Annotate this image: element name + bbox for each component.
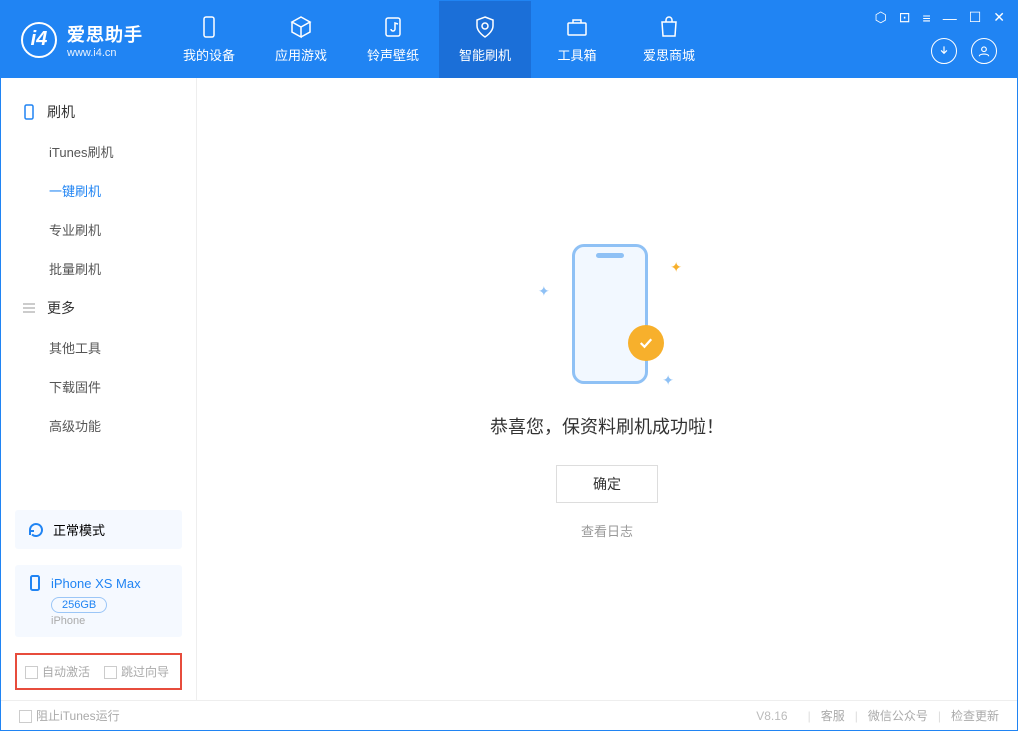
- footer-link-update[interactable]: 检查更新: [951, 707, 999, 724]
- user-button[interactable]: [971, 38, 997, 64]
- sparkle-icon: ✦: [538, 283, 550, 300]
- sidebar-item-itunes-flash[interactable]: iTunes刷机: [1, 132, 196, 171]
- checkbox-auto-activate[interactable]: 自动激活: [25, 663, 90, 680]
- view-log-link[interactable]: 查看日志: [581, 521, 633, 540]
- section-label: 更多: [47, 298, 75, 318]
- tab-store[interactable]: 爱思商城: [623, 1, 715, 78]
- app-logo: i4 爱思助手 www.i4.cn: [1, 1, 163, 78]
- download-button[interactable]: [931, 38, 957, 64]
- sparkle-icon: ✦: [662, 372, 674, 389]
- storage-badge: 256GB: [51, 597, 107, 613]
- list-icon: [21, 300, 37, 316]
- app-domain: www.i4.cn: [67, 47, 143, 59]
- status-bar: 阻止iTunes运行 V8.16 | 客服 | 微信公众号 | 检查更新: [1, 700, 1017, 730]
- checkbox-block-itunes[interactable]: 阻止iTunes运行: [19, 707, 120, 724]
- device-info-box[interactable]: iPhone XS Max 256GB iPhone: [15, 565, 182, 637]
- tab-label: 爱思商城: [643, 45, 695, 64]
- lock-icon[interactable]: ⊡: [899, 9, 911, 26]
- check-badge-icon: [628, 325, 664, 361]
- phone-icon: [27, 575, 43, 591]
- sidebar-section-more[interactable]: 更多: [1, 288, 196, 328]
- tab-toolbox[interactable]: 工具箱: [531, 1, 623, 78]
- sidebar-item-batch-flash[interactable]: 批量刷机: [1, 249, 196, 288]
- section-label: 刷机: [47, 102, 75, 122]
- tab-smart-flash[interactable]: 智能刷机: [439, 1, 531, 78]
- main-content: ✦ ✦ ✦ 恭喜您，保资料刷机成功啦！ 确定 查看日志: [197, 78, 1017, 700]
- sidebar-item-other-tools[interactable]: 其他工具: [1, 328, 196, 367]
- version-label: V8.16: [756, 709, 787, 723]
- header: i4 爱思助手 www.i4.cn 我的设备 应用游戏 铃声壁纸 智能刷机 工具…: [1, 1, 1017, 78]
- app-name: 爱思助手: [67, 21, 143, 47]
- tab-label: 我的设备: [183, 45, 235, 64]
- tab-label: 工具箱: [557, 45, 596, 64]
- sidebar-item-download-firmware[interactable]: 下载固件: [1, 367, 196, 406]
- phone-icon: [21, 104, 37, 120]
- footer-link-wechat[interactable]: 微信公众号: [868, 707, 928, 724]
- shield-gear-icon: [473, 15, 497, 39]
- maximize-button[interactable]: ☐: [969, 9, 982, 26]
- toolbox-icon: [565, 15, 589, 39]
- sidebar-section-flash[interactable]: 刷机: [1, 92, 196, 132]
- tab-ringtones-wallpapers[interactable]: 铃声壁纸: [347, 1, 439, 78]
- menu-icon[interactable]: ≡: [923, 10, 931, 26]
- logo-icon: i4: [21, 22, 57, 58]
- device-subtype: iPhone: [51, 615, 85, 627]
- cube-icon: [289, 15, 313, 39]
- header-actions: [931, 38, 997, 64]
- checkbox-skip-guide[interactable]: 跳过向导: [104, 663, 169, 680]
- music-file-icon: [381, 15, 405, 39]
- main-tabs: 我的设备 应用游戏 铃声壁纸 智能刷机 工具箱 爱思商城: [163, 1, 715, 78]
- footer-links: | 客服 | 微信公众号 | 检查更新: [808, 707, 999, 724]
- sidebar: 刷机 iTunes刷机 一键刷机 专业刷机 批量刷机 更多 其他工具 下载固件 …: [1, 78, 197, 700]
- sidebar-item-advanced[interactable]: 高级功能: [1, 406, 196, 445]
- footer-link-support[interactable]: 客服: [821, 707, 845, 724]
- ok-button[interactable]: 确定: [556, 465, 658, 503]
- sidebar-item-oneclick-flash[interactable]: 一键刷机: [1, 171, 196, 210]
- success-illustration: ✦ ✦ ✦: [532, 239, 682, 389]
- success-message: 恭喜您，保资料刷机成功啦！: [490, 413, 724, 439]
- tab-apps-games[interactable]: 应用游戏: [255, 1, 347, 78]
- close-button[interactable]: ✕: [993, 9, 1005, 26]
- tab-label: 铃声壁纸: [367, 45, 419, 64]
- refresh-icon: [27, 521, 45, 539]
- window-controls: ⬡ ⊡ ≡ — ☐ ✕: [875, 9, 1005, 26]
- tab-label: 智能刷机: [459, 45, 511, 64]
- shopping-bag-icon: [657, 15, 681, 39]
- minimize-button[interactable]: —: [943, 10, 957, 26]
- phone-icon: [197, 15, 221, 39]
- flash-options: 自动激活 跳过向导: [15, 653, 182, 690]
- sparkle-icon: ✦: [670, 259, 682, 276]
- device-mode-box[interactable]: 正常模式: [15, 510, 182, 549]
- tab-label: 应用游戏: [275, 45, 327, 64]
- device-name: iPhone XS Max: [51, 576, 141, 591]
- sidebar-item-pro-flash[interactable]: 专业刷机: [1, 210, 196, 249]
- tab-my-device[interactable]: 我的设备: [163, 1, 255, 78]
- shirt-icon[interactable]: ⬡: [875, 9, 887, 26]
- phone-illustration: [572, 244, 648, 384]
- mode-label: 正常模式: [53, 520, 105, 539]
